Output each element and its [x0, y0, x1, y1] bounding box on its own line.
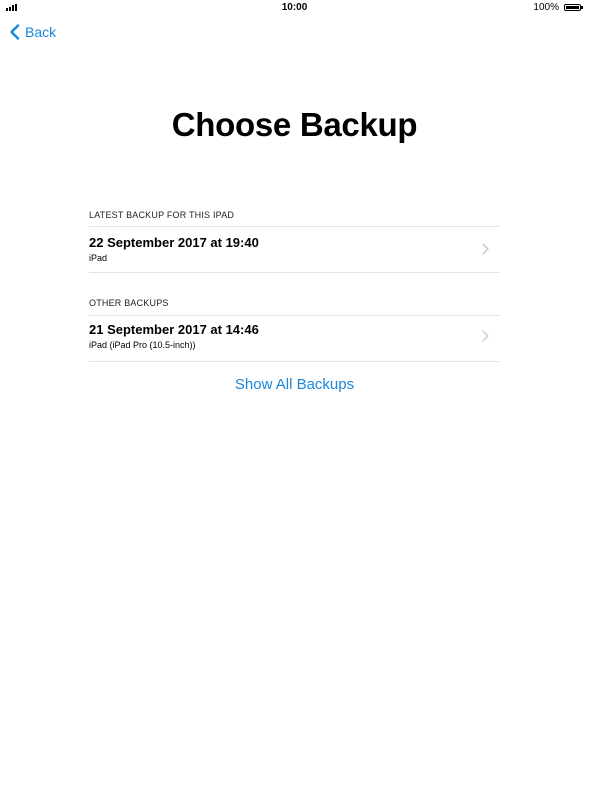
back-button[interactable]: Back [9, 24, 56, 40]
status-time: 10:00 [281, 2, 308, 13]
show-all-backups-button[interactable]: Show All Backups [0, 376, 589, 393]
status-bar: 10:00 100% [0, 0, 589, 16]
chevron-left-icon [10, 24, 20, 40]
divider [89, 226, 500, 227]
backup-row-other[interactable]: 21 September 2017 at 14:46 iPad (iPad Pr… [89, 322, 500, 366]
back-label: Back [25, 24, 57, 40]
divider [89, 361, 500, 362]
backup-date: 21 September 2017 at 14:46 [89, 322, 259, 337]
backup-device: iPad (iPad Pro (10.5-inch)) [89, 340, 196, 350]
battery-full-icon [564, 4, 583, 11]
divider [89, 315, 500, 316]
battery-percentage: 100% [533, 2, 559, 13]
section-header-latest: LATEST BACKUP FOR THIS IPAD [89, 210, 235, 220]
divider [89, 272, 500, 273]
backup-date: 22 September 2017 at 19:40 [89, 235, 259, 250]
chevron-right-icon [482, 330, 489, 342]
backup-device: iPad [89, 253, 108, 263]
chevron-right-icon [482, 243, 489, 255]
section-header-other: OTHER BACKUPS [89, 298, 169, 308]
page-title: Choose Backup [171, 106, 418, 143]
